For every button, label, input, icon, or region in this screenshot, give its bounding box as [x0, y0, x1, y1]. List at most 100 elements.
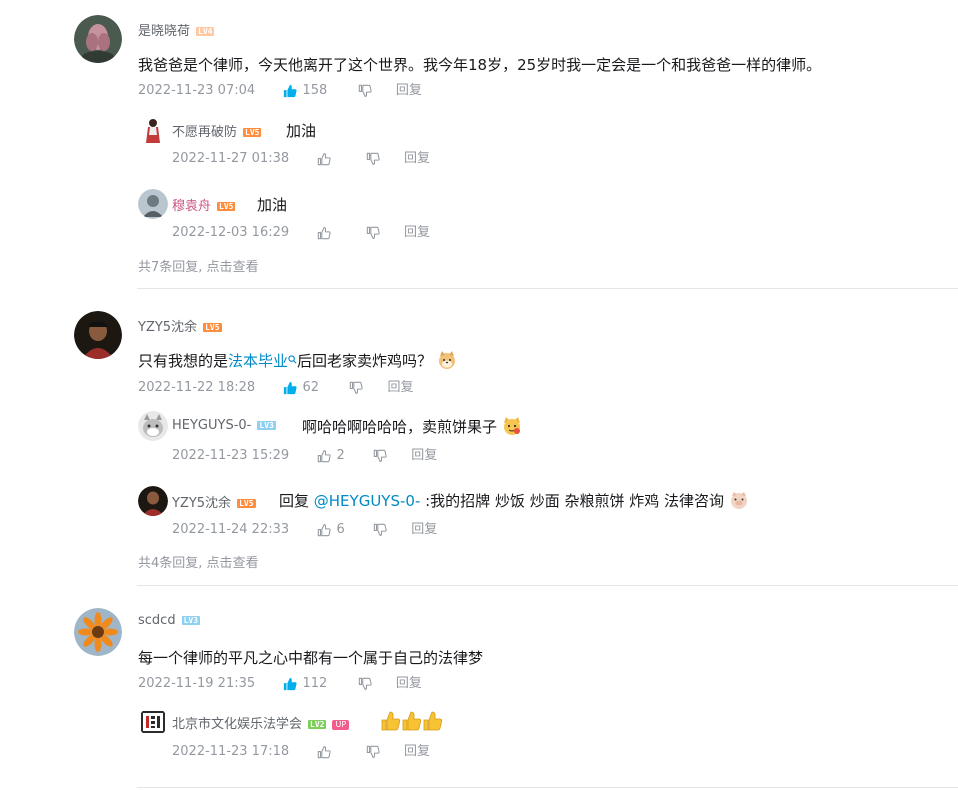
reply-date: 2022-12-03 16:29: [172, 225, 290, 240]
comment-text: 只有我想的是法本毕业 后回老家卖炸鸡吗？: [138, 350, 457, 371]
reply-meta: 2022-11-23 17:18 回复: [172, 743, 430, 761]
username[interactable]: scdcd LV3: [138, 613, 201, 628]
reply-meta: 2022-11-24 22:33 6 回复: [172, 521, 437, 539]
reply-button[interactable]: 回复: [404, 225, 430, 240]
user-avatar[interactable]: [74, 311, 122, 359]
username-text[interactable]: YZY5沈余: [172, 496, 231, 511]
like-icon[interactable]: [317, 226, 331, 240]
like-count: 112: [302, 676, 328, 691]
dislike-icon[interactable]: [373, 449, 387, 463]
user-avatar[interactable]: [74, 608, 122, 656]
search-icon[interactable]: [288, 355, 297, 364]
reply-text: 回复 @HEYGUYS-0- :我的招牌 炒饭 炒面 杂粮煎饼 炸鸡 法律咨询: [279, 490, 749, 511]
reply-avatar[interactable]: [138, 411, 168, 441]
like-count: 2: [336, 448, 345, 463]
username-text[interactable]: scdcd: [138, 613, 176, 628]
username-text[interactable]: 是晓晓荷: [138, 24, 190, 39]
like-icon[interactable]: [283, 677, 297, 691]
reply-username[interactable]: 北京市文化娱乐法学会 LV2 UP: [172, 713, 350, 732]
reply-username[interactable]: 不愿再破防 LV5: [172, 121, 262, 140]
divider: [137, 787, 958, 788]
username[interactable]: 是晓晓荷 LV4: [138, 20, 215, 39]
like-icon[interactable]: [317, 745, 331, 759]
view-more-replies[interactable]: 共7条回复, 点击查看: [138, 256, 259, 275]
reply-text-content: :我的招牌 炒饭 炒面 杂粮煎饼 炸鸡 法律咨询: [420, 492, 725, 510]
level-badge: LV5: [237, 499, 256, 508]
level-badge: LV3: [181, 616, 201, 625]
reply-avatar[interactable]: [138, 189, 168, 219]
level-badge: LV2: [308, 720, 327, 729]
like-icon[interactable]: [317, 523, 331, 537]
reply-text-content: 啊哈哈啊哈哈哈，卖煎饼果子: [302, 418, 498, 436]
username-text[interactable]: 不愿再破防: [172, 125, 237, 140]
reply-button[interactable]: 回复: [396, 83, 422, 98]
reply-button[interactable]: 回复: [404, 744, 430, 759]
reply-text: [380, 710, 444, 732]
reply-username[interactable]: YZY5沈余 LV5: [172, 492, 256, 511]
like-icon[interactable]: [317, 449, 331, 463]
comment-meta: 2022-11-19 21:35 112 回复: [138, 675, 422, 693]
reply-meta: 2022-11-27 01:38 回复: [172, 150, 430, 168]
reply-text: 加油: [286, 122, 317, 140]
dislike-icon[interactable]: [366, 152, 380, 166]
level-badge: LV5: [203, 323, 222, 332]
reply-button[interactable]: 回复: [388, 380, 414, 395]
reply-button[interactable]: 回复: [411, 522, 437, 537]
like-icon[interactable]: [317, 152, 331, 166]
like-count: 158: [302, 83, 328, 98]
up-badge: UP: [332, 719, 350, 730]
reply-button[interactable]: 回复: [411, 448, 437, 463]
reply-date: 2022-11-24 22:33: [172, 522, 290, 537]
comment-meta: 2022-11-23 07:04 158 回复: [138, 82, 422, 100]
reply-date: 2022-11-23 17:18: [172, 744, 290, 759]
divider: [137, 585, 958, 586]
level-badge: LV4: [196, 27, 215, 36]
comment-text-part: 只有我想的是: [138, 352, 229, 370]
pig-emoji-icon: [730, 492, 747, 509]
reply-avatar[interactable]: [138, 115, 168, 145]
reply-date: 2022-11-23 15:29: [172, 448, 290, 463]
username-text[interactable]: 北京市文化娱乐法学会: [172, 717, 302, 732]
mention-link[interactable]: @HEYGUYS-0-: [314, 492, 421, 510]
dislike-icon[interactable]: [366, 226, 380, 240]
reply-username[interactable]: 穆袁舟 LV5: [172, 195, 236, 214]
dislike-icon[interactable]: [373, 523, 387, 537]
user-avatar[interactable]: [74, 15, 122, 63]
dislike-icon[interactable]: [358, 677, 372, 691]
like-icon[interactable]: [283, 381, 297, 395]
username-text[interactable]: YZY5沈余: [138, 320, 197, 335]
reply-username[interactable]: HEYGUYS-0- LV3: [172, 418, 276, 433]
reply-meta: 2022-12-03 16:29 回复: [172, 224, 430, 242]
keyword-link[interactable]: 法本毕业: [228, 352, 288, 370]
thumbs-up-emoji-icon: [381, 711, 443, 731]
divider: [137, 288, 958, 289]
username-text[interactable]: HEYGUYS-0-: [172, 418, 251, 433]
view-more-replies[interactable]: 共4条回复, 点击查看: [138, 552, 259, 571]
dislike-icon[interactable]: [358, 84, 372, 98]
username-text[interactable]: 穆袁舟: [172, 199, 211, 214]
reply-meta: 2022-11-23 15:29 2 回复: [172, 447, 437, 465]
like-icon[interactable]: [283, 84, 297, 98]
comment-date: 2022-11-19 21:35: [138, 676, 256, 691]
level-badge: LV5: [243, 128, 262, 137]
like-count: 6: [336, 522, 345, 537]
cat-emoji-icon: [503, 417, 520, 435]
reply-text: 加油: [257, 196, 288, 214]
doge-emoji-icon: [438, 351, 455, 369]
reply-avatar[interactable]: [138, 707, 168, 737]
reply-button[interactable]: 回复: [404, 151, 430, 166]
username[interactable]: YZY5沈余 LV5: [138, 316, 222, 335]
reply-avatar[interactable]: [138, 486, 168, 516]
reply-button[interactable]: 回复: [396, 676, 422, 691]
dislike-icon[interactable]: [349, 381, 363, 395]
comment-text-part: 后回老家卖炸鸡吗？: [297, 352, 433, 370]
level-badge: LV3: [257, 421, 276, 430]
comment-date: 2022-11-22 18:28: [138, 380, 256, 395]
dislike-icon[interactable]: [366, 745, 380, 759]
comment-date: 2022-11-23 07:04: [138, 83, 256, 98]
comment-text: 每一个律师的平凡之心中都有一个属于自己的法律梦: [138, 649, 484, 667]
reply-prefix: 回复: [279, 492, 314, 510]
comment-meta: 2022-11-22 18:28 62 回复: [138, 379, 414, 397]
comment-text: 我爸爸是个律师，今天他离开了这个世界。我今年18岁，25岁时我一定会是一个和我爸…: [138, 56, 822, 74]
reply-date: 2022-11-27 01:38: [172, 151, 290, 166]
